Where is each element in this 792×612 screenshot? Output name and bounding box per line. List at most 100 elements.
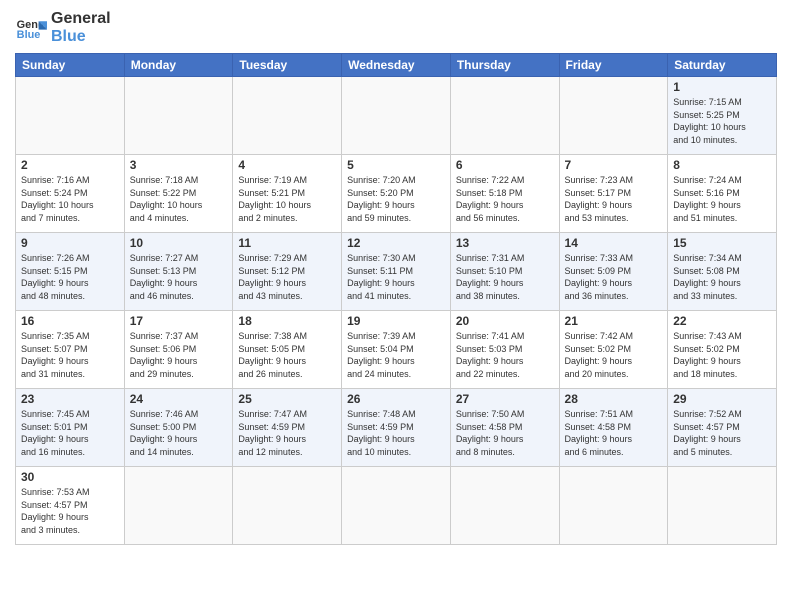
- day-number: 13: [456, 236, 554, 250]
- weekday-header-thursday: Thursday: [450, 54, 559, 77]
- calendar-day-cell: 9 Sunrise: 7:26 AM Sunset: 5:15 PM Daylig…: [16, 233, 125, 311]
- day-info: Sunrise: 7:34 AM Sunset: 5:08 PM Dayligh…: [673, 252, 771, 302]
- day-number: 25: [238, 392, 336, 406]
- calendar-day-cell: [450, 467, 559, 545]
- calendar-day-cell: 2Sunrise: 7:16 AM Sunset: 5:24 PM Daylig…: [16, 155, 125, 233]
- logo-icon: General Blue: [15, 14, 47, 42]
- day-info: Sunrise: 7:51 AM Sunset: 4:58 PM Dayligh…: [565, 408, 663, 458]
- calendar-table: SundayMondayTuesdayWednesdayThursdayFrid…: [15, 53, 777, 545]
- day-info: Sunrise: 7:19 AM Sunset: 5:21 PM Dayligh…: [238, 174, 336, 224]
- logo-blue-text: Blue: [51, 28, 111, 46]
- header: General Blue General Blue: [15, 10, 777, 45]
- day-info: Sunrise: 7:46 AM Sunset: 5:00 PM Dayligh…: [130, 408, 228, 458]
- day-number: 19: [347, 314, 445, 328]
- calendar-week-row: 23 Sunrise: 7:45 AM Sunset: 5:01 PM Dayli…: [16, 389, 777, 467]
- calendar-day-cell: [233, 77, 342, 155]
- calendar-day-cell: 25 Sunrise: 7:47 AM Sunset: 4:59 PM Dayli…: [233, 389, 342, 467]
- calendar-day-cell: 17Sunrise: 7:37 AM Sunset: 5:06 PM Dayli…: [124, 311, 233, 389]
- calendar-day-cell: 10 Sunrise: 7:27 AM Sunset: 5:13 PM Dayli…: [124, 233, 233, 311]
- calendar-day-cell: [450, 77, 559, 155]
- day-info: Sunrise: 7:30 AM Sunset: 5:11 PM Dayligh…: [347, 252, 445, 302]
- day-number: 15: [673, 236, 771, 250]
- day-info: Sunrise: 7:27 AM Sunset: 5:13 PM Dayligh…: [130, 252, 228, 302]
- calendar-day-cell: 20 Sunrise: 7:41 AM Sunset: 5:03 PM Dayli…: [450, 311, 559, 389]
- day-info: Sunrise: 7:53 AM Sunset: 4:57 PM Dayligh…: [21, 486, 119, 536]
- day-number: 27: [456, 392, 554, 406]
- calendar-week-row: 1 Sunrise: 7:15 AM Sunset: 5:25 PM Daylig…: [16, 77, 777, 155]
- day-number: 23: [21, 392, 119, 406]
- calendar-day-cell: [124, 467, 233, 545]
- calendar-day-cell: 14 Sunrise: 7:33 AM Sunset: 5:09 PM Dayli…: [559, 233, 668, 311]
- day-number: 5: [347, 158, 445, 172]
- calendar-day-cell: [559, 77, 668, 155]
- day-number: 28: [565, 392, 663, 406]
- weekday-header-sunday: Sunday: [16, 54, 125, 77]
- calendar-day-cell: 11 Sunrise: 7:29 AM Sunset: 5:12 PM Dayli…: [233, 233, 342, 311]
- day-number: 10: [130, 236, 228, 250]
- calendar-day-cell: 13 Sunrise: 7:31 AM Sunset: 5:10 PM Dayli…: [450, 233, 559, 311]
- day-info: Sunrise: 7:43 AM Sunset: 5:02 PM Dayligh…: [673, 330, 771, 380]
- calendar-day-cell: 21 Sunrise: 7:42 AM Sunset: 5:02 PM Dayli…: [559, 311, 668, 389]
- day-number: 16: [21, 314, 119, 328]
- weekday-header-friday: Friday: [559, 54, 668, 77]
- calendar-day-cell: 3Sunrise: 7:18 AM Sunset: 5:22 PM Daylig…: [124, 155, 233, 233]
- day-number: 29: [673, 392, 771, 406]
- day-number: 1: [673, 80, 771, 94]
- day-number: 22: [673, 314, 771, 328]
- page: General Blue General Blue SundayMondayTu…: [0, 0, 792, 612]
- day-info: Sunrise: 7:52 AM Sunset: 4:57 PM Dayligh…: [673, 408, 771, 458]
- day-info: Sunrise: 7:18 AM Sunset: 5:22 PM Dayligh…: [130, 174, 228, 224]
- day-number: 20: [456, 314, 554, 328]
- day-number: 6: [456, 158, 554, 172]
- svg-text:Blue: Blue: [17, 29, 41, 41]
- weekday-header-saturday: Saturday: [668, 54, 777, 77]
- weekday-header-wednesday: Wednesday: [342, 54, 451, 77]
- logo-general-text: General: [51, 10, 111, 28]
- day-info: Sunrise: 7:26 AM Sunset: 5:15 PM Dayligh…: [21, 252, 119, 302]
- day-info: Sunrise: 7:41 AM Sunset: 5:03 PM Dayligh…: [456, 330, 554, 380]
- calendar-day-cell: 30 Sunrise: 7:53 AM Sunset: 4:57 PM Dayli…: [16, 467, 125, 545]
- weekday-header-monday: Monday: [124, 54, 233, 77]
- calendar-day-cell: 16 Sunrise: 7:35 AM Sunset: 5:07 PM Dayli…: [16, 311, 125, 389]
- calendar-day-cell: 18Sunrise: 7:38 AM Sunset: 5:05 PM Dayli…: [233, 311, 342, 389]
- calendar-day-cell: 4Sunrise: 7:19 AM Sunset: 5:21 PM Daylig…: [233, 155, 342, 233]
- day-info: Sunrise: 7:38 AM Sunset: 5:05 PM Dayligh…: [238, 330, 336, 380]
- day-number: 24: [130, 392, 228, 406]
- calendar-day-cell: 23 Sunrise: 7:45 AM Sunset: 5:01 PM Dayli…: [16, 389, 125, 467]
- calendar-day-cell: 6 Sunrise: 7:22 AM Sunset: 5:18 PM Daylig…: [450, 155, 559, 233]
- calendar-day-cell: [342, 467, 451, 545]
- day-number: 14: [565, 236, 663, 250]
- calendar-day-cell: 29 Sunrise: 7:52 AM Sunset: 4:57 PM Dayli…: [668, 389, 777, 467]
- calendar-day-cell: [16, 77, 125, 155]
- day-number: 26: [347, 392, 445, 406]
- day-number: 30: [21, 470, 119, 484]
- calendar-day-cell: 28 Sunrise: 7:51 AM Sunset: 4:58 PM Dayli…: [559, 389, 668, 467]
- day-number: 21: [565, 314, 663, 328]
- calendar-week-row: 9 Sunrise: 7:26 AM Sunset: 5:15 PM Daylig…: [16, 233, 777, 311]
- day-info: Sunrise: 7:22 AM Sunset: 5:18 PM Dayligh…: [456, 174, 554, 224]
- day-info: Sunrise: 7:50 AM Sunset: 4:58 PM Dayligh…: [456, 408, 554, 458]
- weekday-header-row: SundayMondayTuesdayWednesdayThursdayFrid…: [16, 54, 777, 77]
- day-info: Sunrise: 7:35 AM Sunset: 5:07 PM Dayligh…: [21, 330, 119, 380]
- calendar-day-cell: 1 Sunrise: 7:15 AM Sunset: 5:25 PM Daylig…: [668, 77, 777, 155]
- calendar-day-cell: [124, 77, 233, 155]
- day-info: Sunrise: 7:23 AM Sunset: 5:17 PM Dayligh…: [565, 174, 663, 224]
- day-info: Sunrise: 7:16 AM Sunset: 5:24 PM Dayligh…: [21, 174, 119, 224]
- calendar-week-row: 16 Sunrise: 7:35 AM Sunset: 5:07 PM Dayli…: [16, 311, 777, 389]
- day-info: Sunrise: 7:42 AM Sunset: 5:02 PM Dayligh…: [565, 330, 663, 380]
- calendar-day-cell: 8Sunrise: 7:24 AM Sunset: 5:16 PM Daylig…: [668, 155, 777, 233]
- day-number: 9: [21, 236, 119, 250]
- day-info: Sunrise: 7:47 AM Sunset: 4:59 PM Dayligh…: [238, 408, 336, 458]
- calendar-day-cell: 26Sunrise: 7:48 AM Sunset: 4:59 PM Dayli…: [342, 389, 451, 467]
- day-info: Sunrise: 7:31 AM Sunset: 5:10 PM Dayligh…: [456, 252, 554, 302]
- day-number: 12: [347, 236, 445, 250]
- day-info: Sunrise: 7:45 AM Sunset: 5:01 PM Dayligh…: [21, 408, 119, 458]
- day-info: Sunrise: 7:15 AM Sunset: 5:25 PM Dayligh…: [673, 96, 771, 146]
- day-number: 11: [238, 236, 336, 250]
- weekday-header-tuesday: Tuesday: [233, 54, 342, 77]
- logo: General Blue General Blue: [15, 10, 111, 45]
- calendar-day-cell: 22 Sunrise: 7:43 AM Sunset: 5:02 PM Dayli…: [668, 311, 777, 389]
- day-info: Sunrise: 7:33 AM Sunset: 5:09 PM Dayligh…: [565, 252, 663, 302]
- day-info: Sunrise: 7:29 AM Sunset: 5:12 PM Dayligh…: [238, 252, 336, 302]
- day-number: 8: [673, 158, 771, 172]
